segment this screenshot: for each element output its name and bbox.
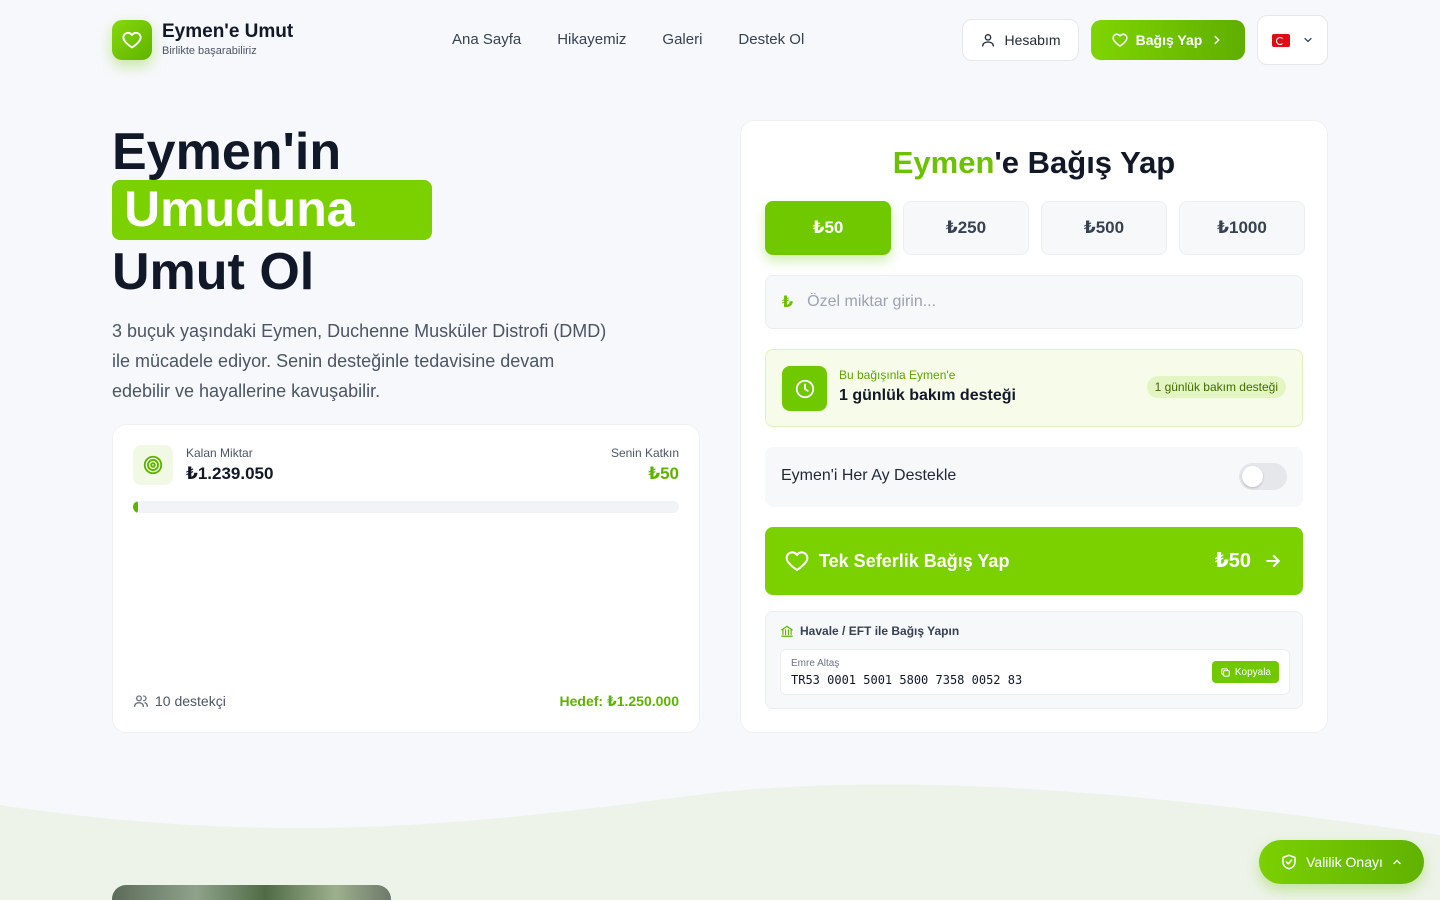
impact-caption: Bu bağışınla Eymen'e	[839, 368, 956, 382]
chevron-down-icon	[1303, 37, 1312, 43]
chevron-up-icon	[1393, 859, 1401, 865]
valilik-label: Valilik Onayı	[1306, 854, 1383, 870]
donation-title-name: Eymen	[892, 145, 995, 180]
donate-header-button[interactable]: Bağış Yap	[1091, 20, 1245, 60]
donate-header-label: Bağış Yap	[1135, 32, 1203, 48]
goal-amount: Hedef: ₺1.250.000	[559, 693, 679, 709]
amount-option[interactable]: ₺500	[1041, 201, 1167, 255]
one-time-donate-label: Tek Seferlik Bağış Yap	[819, 550, 1010, 571]
heart-icon	[785, 551, 809, 571]
one-time-donate-right: ₺50	[1215, 548, 1283, 573]
clock-icon	[782, 366, 827, 411]
contribution-value: ₺50	[648, 464, 679, 483]
supporters-count: 10 destekçi	[133, 693, 226, 709]
donation-title: Eymen'e Bağış Yap	[741, 145, 1327, 181]
one-time-donate-left: Tek Seferlik Bağış Yap	[785, 549, 1009, 573]
valilik-approval-button[interactable]: Valilik Onayı	[1259, 840, 1424, 884]
main-nav: Ana Sayfa Hikayemiz Galeri Destek Ol	[452, 31, 804, 48]
monthly-support-toggle[interactable]	[1239, 463, 1287, 490]
iban-number: TR53 0001 5001 5800 7358 0052 83	[791, 673, 1023, 687]
contribution-label: Senin Katkın	[610, 446, 679, 460]
account-label: Hesabım	[1004, 32, 1061, 48]
copy-label: Kopyala	[1234, 666, 1271, 678]
nav-item-gallery[interactable]: Galeri	[662, 31, 702, 48]
nav-item-home[interactable]: Ana Sayfa	[452, 31, 521, 48]
amount-option[interactable]: ₺50	[765, 201, 891, 255]
remaining-label: Kalan Miktar	[186, 446, 253, 460]
heart-icon	[1112, 33, 1128, 47]
progress-bar-fill	[133, 501, 138, 513]
impact-text: 1 günlük bakım desteği	[839, 387, 1016, 404]
custom-amount-field: ₺	[765, 275, 1303, 329]
amount-options: ₺50 ₺250 ₺500 ₺1000	[765, 201, 1305, 255]
heart-icon	[122, 31, 142, 49]
turkey-flag-icon	[1271, 33, 1290, 47]
one-time-donate-button[interactable]: Tek Seferlik Bağış Yap ₺50	[765, 527, 1303, 595]
toggle-knob	[1242, 466, 1263, 487]
custom-amount-input[interactable]	[807, 293, 1268, 311]
amount-option[interactable]: ₺1000	[1179, 201, 1305, 255]
hero-title-line1: Eymen'in	[112, 123, 342, 181]
arrow-right-icon	[1266, 554, 1280, 567]
site-header: Eymen'e Umut Birlikte başarabiliriz Ana …	[0, 0, 1440, 80]
gallery-photo[interactable]	[112, 885, 391, 900]
currency-symbol: ₺	[782, 294, 794, 311]
impact-badge: 1 günlük bakım desteği	[1146, 376, 1286, 398]
users-icon	[134, 695, 148, 707]
account-holder: Emre Altaş	[791, 658, 840, 669]
wave-divider	[0, 784, 1440, 900]
supporters-text: 10 destekçi	[155, 693, 226, 709]
progress-card: Kalan Miktar ₺1.239.050 Senin Katkın ₺50…	[112, 424, 700, 733]
iban-box: Emre Altaş TR53 0001 5001 5800 7358 0052…	[780, 649, 1290, 695]
copy-icon	[1221, 667, 1230, 677]
nav-item-support[interactable]: Destek Ol	[738, 31, 804, 48]
logo[interactable]	[112, 20, 152, 60]
language-selector[interactable]	[1257, 15, 1328, 65]
nav-item-story[interactable]: Hikayemiz	[557, 31, 626, 48]
bank-transfer-box: Havale / EFT ile Bağış Yapın Emre Altaş …	[765, 611, 1303, 709]
user-icon	[982, 34, 995, 47]
shield-check-icon	[1282, 854, 1296, 870]
target-icon	[133, 445, 173, 485]
one-time-donate-amount: ₺50	[1214, 550, 1251, 572]
bank-transfer-title: Havale / EFT ile Bağış Yapın	[780, 624, 959, 638]
donation-card: Eymen'e Bağış Yap ₺50 ₺250 ₺500 ₺1000 ₺ …	[740, 120, 1328, 733]
bank-icon	[781, 625, 793, 637]
brand-subtitle: Birlikte başarabiliriz	[162, 45, 257, 57]
monthly-support-label: Eymen'i Her Ay Destekle	[781, 467, 957, 484]
account-button[interactable]: Hesabım	[962, 19, 1079, 61]
hero-description: 3 buçuk yaşındaki Eymen, Duchenne Muskül…	[112, 321, 607, 401]
progress-bar	[133, 501, 679, 513]
donation-title-rest: 'e Bağış Yap	[994, 145, 1176, 180]
impact-info: Bu bağışınla Eymen'e 1 günlük bakım dest…	[765, 349, 1303, 427]
monthly-support-row: Eymen'i Her Ay Destekle	[765, 447, 1303, 507]
remaining-value: ₺1.239.050	[186, 464, 274, 483]
hero-title-highlight: Umuduna	[112, 180, 432, 240]
bank-transfer-label: Havale / EFT ile Bağış Yapın	[800, 624, 960, 638]
copy-iban-button[interactable]: Kopyala	[1211, 661, 1279, 683]
brand-title[interactable]: Eymen'e Umut	[162, 21, 293, 43]
hero-title-line3: Umut Ol	[112, 243, 315, 301]
amount-option[interactable]: ₺250	[903, 201, 1029, 255]
chevron-right-icon	[1214, 35, 1221, 45]
